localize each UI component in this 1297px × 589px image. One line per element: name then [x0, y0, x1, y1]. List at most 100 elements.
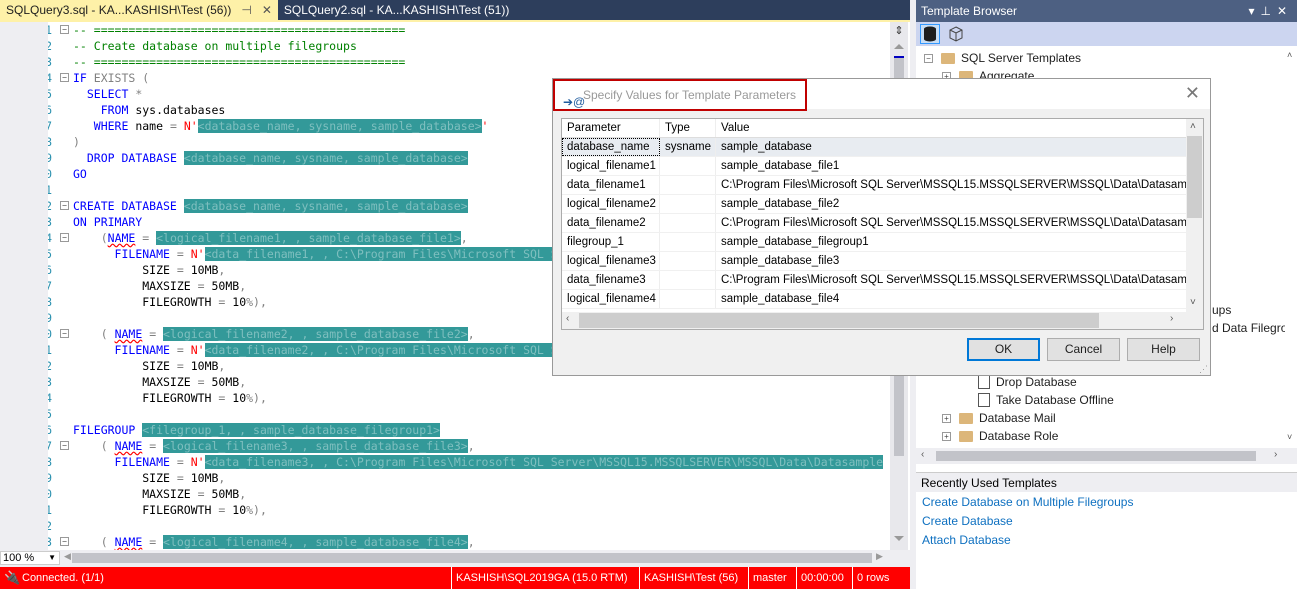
scroll-right-arrow[interactable]: › [1170, 313, 1173, 324]
tab-sqlquery2[interactable]: SQLQuery2.sql - KA...KASHISH\Test (51)) [278, 0, 515, 20]
value-cell[interactable]: sample_database_file3 [716, 252, 1186, 270]
tree-item[interactable]: ups [1212, 301, 1231, 319]
collapse-icon[interactable]: − [60, 233, 69, 242]
scroll-down-arrow[interactable] [894, 536, 904, 541]
close-icon[interactable]: ✕ [1185, 83, 1200, 104]
value-cell[interactable]: sample_database [716, 138, 1186, 156]
collapse-icon[interactable]: − [60, 329, 69, 338]
expand-icon[interactable]: + [942, 413, 951, 423]
tree-item[interactable]: Take Database Offline [978, 391, 1114, 409]
value-cell[interactable]: C:\Program Files\Microsoft SQL Server\MS… [716, 214, 1186, 232]
parameter-row[interactable]: database_name sysname sample_database [562, 138, 1186, 157]
parameter-row[interactable]: data_filename2 C:\Program Files\Microsoft… [562, 214, 1186, 233]
tree-item[interactable]: − SQL Server Templates [924, 49, 1081, 67]
scroll-left-arrow[interactable]: ‹ [566, 313, 569, 324]
tree-vertical-scrollbar[interactable]: ˄ ˅ [1285, 46, 1297, 446]
scroll-right-arrow[interactable]: › [1274, 449, 1277, 460]
code-token: ( [100, 231, 108, 245]
code-token: SIZE [73, 263, 177, 277]
value-cell[interactable]: sample_database_file2 [716, 195, 1186, 213]
parameter-row[interactable]: data_filename1 C:\Program Files\Microsoft… [562, 176, 1186, 195]
value-cell[interactable]: C:\Program Files\Microsoft SQL Server\MS… [716, 176, 1186, 194]
tab-sqlquery3[interactable]: SQLQuery3.sql - KA...KASHISH\Test (56)) … [0, 0, 278, 20]
column-header-parameter[interactable]: Parameter [562, 119, 660, 137]
parameter-row[interactable]: filegroup_1 sample_database_filegroup1 [562, 233, 1186, 252]
tree-item[interactable]: + Database Mail [942, 409, 1056, 427]
code-line[interactable]: 3 -- ====================================… [48, 54, 890, 70]
collapse-icon[interactable]: − [924, 53, 933, 63]
close-icon[interactable]: ✕ [262, 0, 272, 20]
value-cell[interactable]: C:\Program Files\Microsoft SQL Server\MS… [716, 271, 1186, 289]
grid-vertical-scrollbar[interactable]: ˄ ˅ [1186, 119, 1203, 312]
code-token: 10MB [190, 471, 219, 485]
tree-horizontal-scrollbar[interactable]: ‹ › [916, 448, 1297, 464]
value-cell[interactable]: sample_database_file1 [716, 157, 1186, 175]
tree-item[interactable]: d Data Filegrou [1212, 319, 1294, 337]
collapse-icon[interactable]: − [60, 25, 69, 34]
sql-server-templates-button[interactable] [920, 24, 940, 44]
code-line[interactable]: 25 [48, 406, 890, 422]
parameter-row[interactable]: logical_filename4 sample_database_file4 [562, 290, 1186, 309]
code-text: ( NAME = <logical_filename3, , sample_da… [73, 438, 475, 454]
database-icon [924, 26, 936, 42]
line-number: 8 [48, 135, 52, 149]
scroll-up-arrow[interactable]: ˄ [1287, 50, 1292, 60]
parameter-cell: filegroup_1 [562, 233, 660, 251]
collapse-icon[interactable]: − [60, 73, 69, 82]
recent-template-link[interactable]: Create Database [922, 514, 1013, 528]
scroll-thumb[interactable] [579, 313, 1099, 328]
horizontal-scroll-thumb[interactable] [72, 553, 872, 563]
tree-item[interactable]: + Database Role [942, 427, 1058, 445]
scroll-left-arrow[interactable]: ◀ [64, 551, 71, 562]
collapse-icon[interactable]: − [60, 441, 69, 450]
pin-icon[interactable]: ⊥ [1260, 4, 1276, 18]
code-line[interactable]: 31 FILEGROWTH = 10%), [48, 502, 890, 518]
zoom-dropdown[interactable]: 100 % ▼ [0, 551, 60, 565]
expand-icon[interactable]: + [942, 431, 951, 441]
scroll-thumb[interactable] [936, 451, 1256, 461]
scroll-up-arrow[interactable]: ˄ [1190, 121, 1196, 132]
code-line[interactable]: 33− ( NAME = <logical_filename4, , sampl… [48, 534, 890, 550]
cancel-button[interactable]: Cancel [1047, 338, 1120, 361]
code-line[interactable]: 32 [48, 518, 890, 534]
collapse-icon[interactable]: − [60, 201, 69, 210]
close-icon[interactable]: ✕ [1277, 4, 1293, 18]
scroll-down-arrow[interactable]: ˅ [1287, 432, 1292, 442]
code-token: = [176, 471, 191, 485]
analysis-services-templates-button[interactable] [946, 24, 966, 44]
scroll-left-arrow[interactable]: ‹ [921, 449, 924, 460]
parameter-row[interactable]: logical_filename2 sample_database_file2 [562, 195, 1186, 214]
code-line[interactable]: 23 MAXSIZE = 50MB, [48, 374, 890, 390]
split-icon[interactable]: ⇕ [892, 24, 906, 38]
code-token: = [176, 455, 191, 469]
scroll-thumb[interactable] [1187, 136, 1202, 218]
parameters-grid[interactable]: Parameter Type Value database_name sysnam… [561, 118, 1204, 330]
code-line[interactable]: 26 FILEGROUP <filegroup_1, , sample_datab… [48, 422, 890, 438]
ok-button[interactable]: OK [967, 338, 1040, 361]
parameter-row[interactable]: logical_filename3 sample_database_file3 [562, 252, 1186, 271]
scroll-up-arrow[interactable] [894, 44, 904, 49]
code-line[interactable]: 28 FILENAME = N'<data_filename3, , C:\Pr… [48, 454, 890, 470]
code-line[interactable]: 27− ( NAME = <logical_filename3, , sampl… [48, 438, 890, 454]
code-line[interactable]: 1− -- ===================================… [48, 22, 890, 38]
column-header-value[interactable]: Value [716, 119, 1186, 137]
dropdown-icon[interactable]: ▾ [1248, 4, 1260, 18]
help-button[interactable]: Help [1127, 338, 1200, 361]
recent-template-link[interactable]: Attach Database [922, 533, 1011, 547]
scroll-down-arrow[interactable]: ˅ [1190, 297, 1196, 308]
parameter-row[interactable]: logical_filename1 sample_database_file1 [562, 157, 1186, 176]
column-header-type[interactable]: Type [660, 119, 716, 137]
grid-horizontal-scrollbar[interactable]: ‹ › [562, 312, 1203, 329]
pin-icon[interactable]: ⊣ [241, 0, 251, 20]
code-line[interactable]: 29 SIZE = 10MB, [48, 470, 890, 486]
collapse-icon[interactable]: − [60, 537, 69, 546]
code-line[interactable]: 24 FILEGROWTH = 10%), [48, 390, 890, 406]
parameter-row[interactable]: data_filename3 C:\Program Files\Microsoft… [562, 271, 1186, 290]
code-line[interactable]: 30 MAXSIZE = 50MB, [48, 486, 890, 502]
code-line[interactable]: 2 -- Create database on multiple filegrou… [48, 38, 890, 54]
value-cell[interactable]: sample_database_filegroup1 [716, 233, 1186, 251]
scroll-right-arrow[interactable]: ▶ [876, 551, 883, 562]
recent-template-link[interactable]: Create Database on Multiple Filegroups [922, 495, 1133, 509]
value-cell[interactable]: sample_database_file4 [716, 290, 1186, 308]
resize-grip-icon[interactable]: ⋰ [1199, 364, 1208, 375]
